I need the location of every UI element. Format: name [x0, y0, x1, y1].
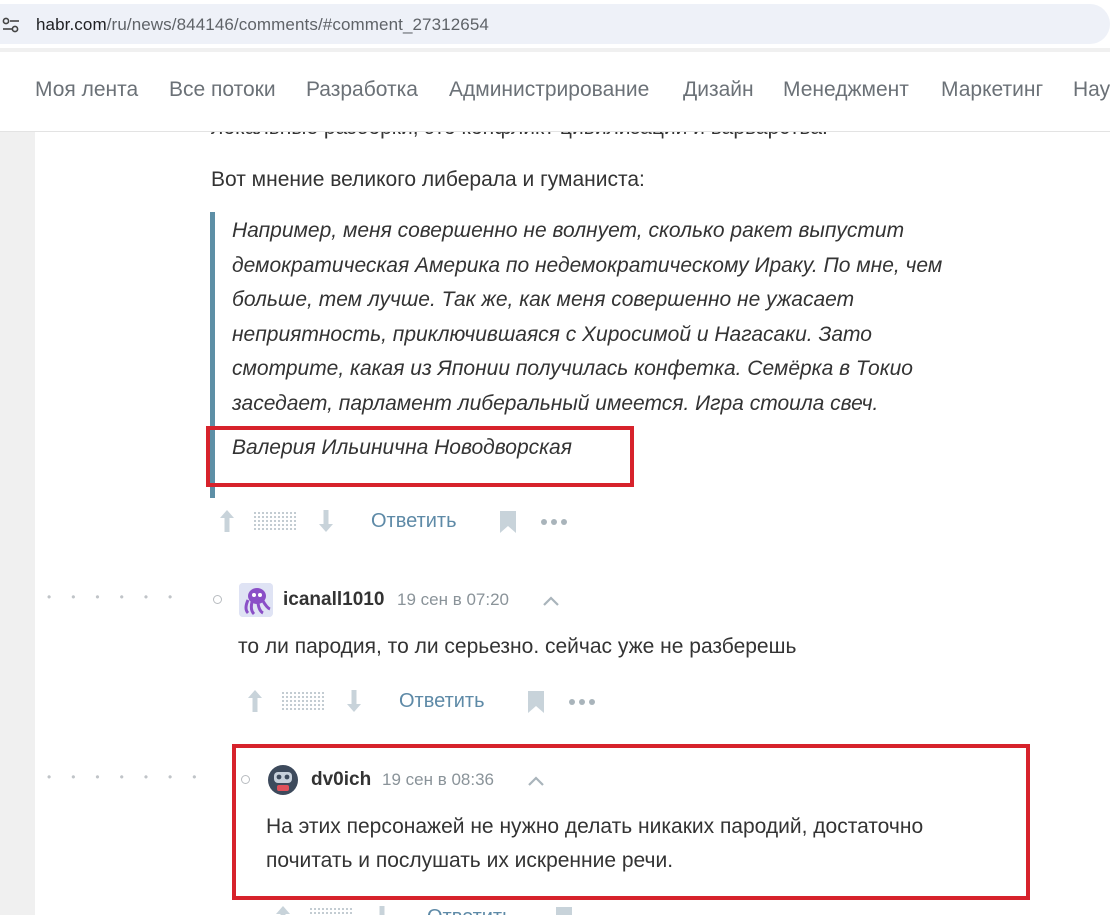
quote-line: смотрите, какая из Японии получилась кон… [232, 357, 913, 380]
reply-button[interactable]: Ответить [371, 510, 457, 533]
highlight-box-comment [232, 744, 1030, 900]
rating-hidden-icon [310, 908, 354, 915]
reply-button[interactable]: Ответить [399, 690, 485, 713]
quote-line: больше, тем лучше. Так же, как меня сове… [232, 288, 855, 311]
nav-item-design[interactable]: Дизайн [683, 78, 754, 102]
address-field[interactable]: habr.com/ru/news/844146/comments/#commen… [0, 4, 1110, 44]
quote-line: заседает, парламент либеральный имеется.… [232, 391, 879, 415]
comment-body: то ли пародия, то ли серьезно. сейчас уж… [238, 630, 796, 664]
thread-indent-dots: • • • • • • • [47, 770, 197, 784]
upvote-icon[interactable] [218, 508, 236, 534]
nav-item-all-streams[interactable]: Все потоки [169, 78, 276, 102]
highlight-box-author [206, 426, 634, 487]
more-icon[interactable] [568, 698, 596, 706]
comment-intro: Вот мнение великого либерала и гуманиста… [211, 168, 645, 191]
more-icon[interactable] [540, 518, 568, 526]
downvote-icon[interactable] [317, 508, 335, 534]
bookmark-icon[interactable] [499, 510, 517, 534]
nav-item-marketing[interactable]: Маркетинг [941, 78, 1043, 102]
thread-branch-ring [213, 595, 222, 604]
comments-section: локальные разборки, это конфликт цивилиз… [35, 132, 1110, 915]
url-text[interactable]: habr.com/ru/news/844146/comments/#commen… [36, 15, 489, 35]
comment-text-line: то ли пародия, то ли серьезно. сейчас уж… [238, 635, 797, 658]
chevron-up-icon[interactable] [541, 594, 561, 608]
bookmark-icon[interactable] [527, 690, 545, 714]
site-settings-icon[interactable] [2, 16, 20, 34]
url-host: habr.com [36, 15, 107, 34]
comment-actions: Ответить [274, 904, 654, 915]
nav-item-administration[interactable]: Администрирование [449, 78, 649, 102]
comment-actions: Ответить [246, 688, 626, 718]
nav-item-science[interactable]: Нау [1073, 78, 1110, 102]
nav-item-management[interactable]: Менеджмент [783, 78, 909, 102]
upvote-icon[interactable] [246, 688, 264, 714]
browser-url-bar: habr.com/ru/news/844146/comments/#commen… [0, 0, 1110, 48]
nav-item-my-feed[interactable]: Моя лента [35, 78, 138, 102]
downvote-icon[interactable] [345, 688, 363, 714]
downvote-icon[interactable] [373, 904, 391, 915]
upvote-icon[interactable] [274, 904, 292, 915]
quote-line: неприятность, приключившаяся с Хиросимой… [232, 322, 872, 346]
blockquote: Например, меня совершенно не волнует, ск… [232, 214, 1052, 421]
comment-username[interactable]: icanall1010 [283, 589, 384, 611]
avatar-octopus-icon [239, 583, 273, 617]
url-path: /ru/news/844146/comments/#comment_273126… [106, 15, 489, 34]
quote-line: демократическая Америка по недемократиче… [232, 253, 943, 277]
comment-actions: Ответить [218, 508, 598, 538]
rating-hidden-icon [282, 692, 326, 712]
hub-nav: Моя лента Все потоки Разработка Админист… [0, 52, 1110, 132]
quote-line: Например, меня совершенно не волнует, ск… [232, 219, 905, 242]
comment-timestamp[interactable]: 19 сен в 07:20 [397, 590, 509, 610]
nav-item-development[interactable]: Разработка [306, 78, 418, 102]
reply-button[interactable]: Ответить [427, 906, 513, 915]
bookmark-icon[interactable] [555, 906, 573, 915]
rating-hidden-icon [254, 512, 298, 532]
comment-text-clipped: локальные разборки, это конфликт цивилиз… [211, 132, 828, 140]
avatar[interactable] [239, 583, 273, 617]
thread-indent-dots: • • • • • • [47, 590, 173, 604]
